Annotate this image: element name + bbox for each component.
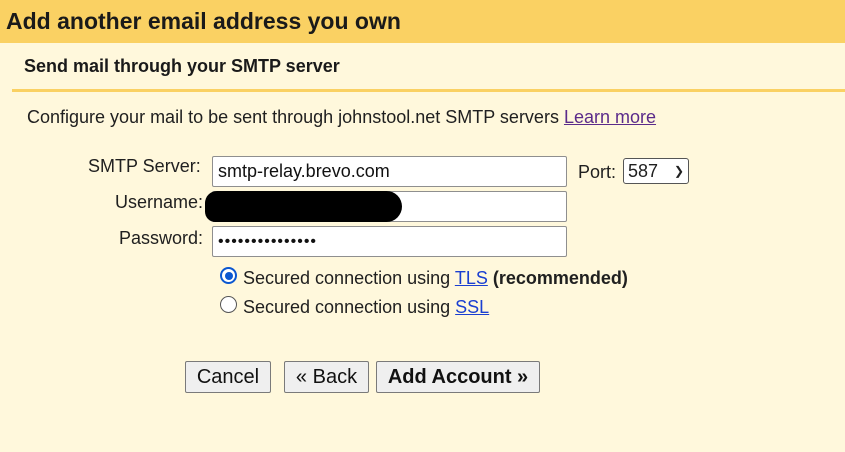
password-input[interactable] — [212, 226, 567, 257]
redaction-mark — [205, 191, 402, 222]
cancel-button[interactable]: Cancel — [185, 361, 271, 393]
tls-prefix: Secured connection using — [243, 268, 455, 288]
ssl-prefix: Secured connection using — [243, 297, 456, 317]
intro-text: Configure your mail to be sent through j… — [27, 107, 656, 128]
chevron-down-icon: ❯ — [673, 164, 684, 178]
smtp-server-label: SMTP Server: — [88, 156, 201, 176]
back-button[interactable]: « Back — [284, 361, 369, 393]
smtp-server-input[interactable] — [212, 156, 567, 187]
section-subtitle: Send mail through your SMTP server — [24, 56, 340, 76]
port-select[interactable]: 587 ❯ — [623, 158, 689, 184]
ssl-option-label: Secured connection using SSL — [243, 297, 489, 318]
ssl-link[interactable]: SSL — [455, 297, 489, 317]
password-label: Password: — [119, 228, 204, 248]
username-label: Username: — [115, 192, 204, 212]
learn-more-link[interactable]: Learn more — [564, 107, 656, 127]
add-account-button[interactable]: Add Account » — [376, 361, 540, 393]
divider — [12, 89, 845, 92]
dialog-title: Add another email address you own — [6, 8, 401, 34]
tls-recommended: (recommended) — [492, 268, 628, 288]
intro-description: Configure your mail to be sent through j… — [27, 107, 564, 127]
tls-link[interactable]: TLS — [455, 268, 488, 288]
port-value: 587 — [628, 160, 659, 181]
port-label: Port: — [578, 162, 617, 182]
tls-radio[interactable] — [220, 267, 237, 284]
tls-option-label: Secured connection using TLS (recommende… — [243, 268, 628, 289]
ssl-radio[interactable] — [220, 296, 237, 313]
